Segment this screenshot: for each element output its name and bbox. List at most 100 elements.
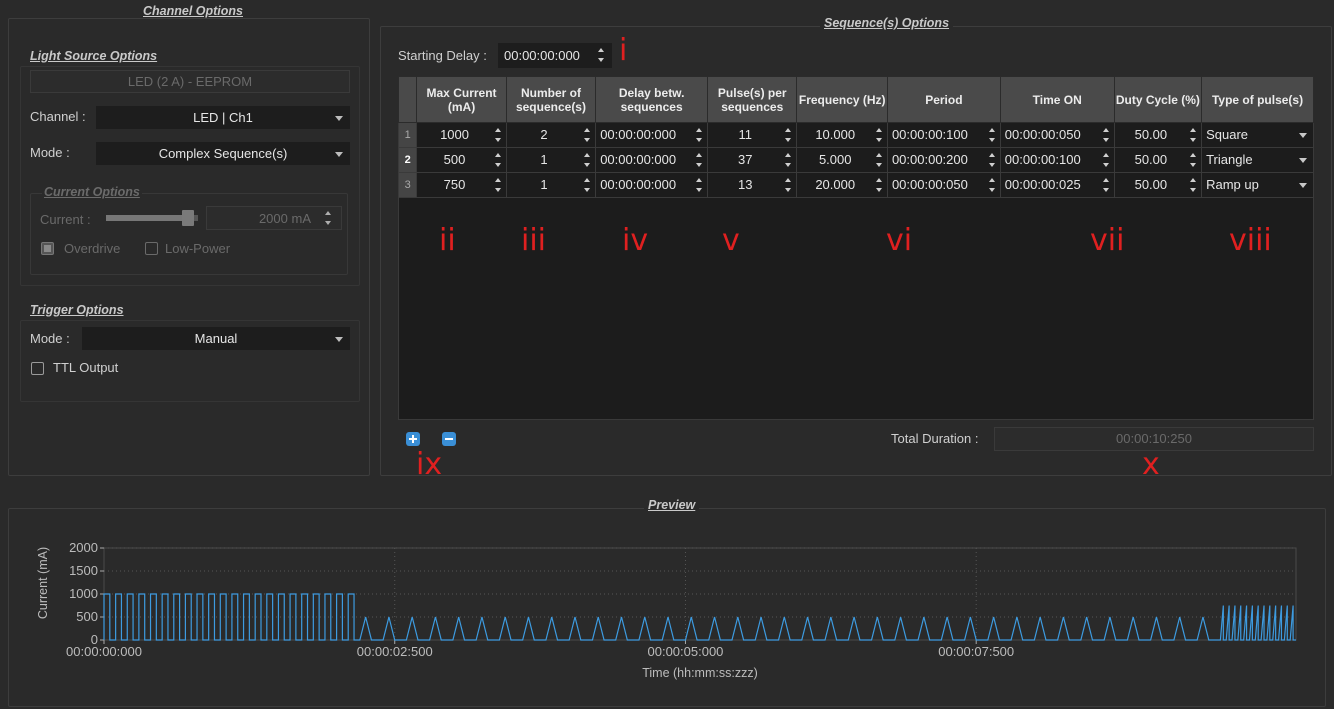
table-row[interactable]: 2 500 1 00:00:00:000 37 5.000 00:00:00:200 00:0… [397,147,1314,173]
spin-arrows-icon[interactable] [696,152,704,168]
spin-arrows-icon[interactable] [1190,127,1198,143]
max-current-cell[interactable]: 750 [416,172,507,198]
period-value: 00:00:00:050 [891,177,968,192]
delay-cell[interactable]: 00:00:00:000 [595,122,709,148]
column-header-number-of-sequences[interactable]: Number of sequence(s) [505,76,597,123]
delay-value: 00:00:00:000 [600,127,677,142]
pulses-value: 13 [738,177,753,192]
spin-arrows-icon[interactable] [785,152,793,168]
time-on-value: 00:00:00:025 [1004,177,1081,192]
spin-arrows-icon[interactable] [1190,152,1198,168]
duty-cycle-cell[interactable]: 50.00 [1113,122,1203,148]
time-on-cell[interactable]: 00:00:00:100 [999,147,1115,173]
column-header-duty-cycle[interactable]: Duty Cycle (%) [1113,76,1203,123]
type-select[interactable]: Ramp up [1201,172,1314,198]
row-number[interactable]: 1 [397,122,418,148]
spin-arrows-icon[interactable] [584,152,592,168]
pulses-cell[interactable]: 13 [707,172,798,198]
current-spinbox[interactable]: 2000 mA [206,206,342,230]
spin-arrows-icon[interactable] [696,127,704,143]
spin-arrows-icon[interactable] [988,127,997,143]
delay-value: 00:00:00:000 [600,152,677,167]
column-header-frequency[interactable]: Frequency (Hz) [796,76,888,123]
channel-label: Channel : [30,109,86,124]
max-current-cell[interactable]: 1000 [416,122,507,148]
spin-arrows-icon[interactable] [988,152,997,168]
number-of-sequences-cell[interactable]: 1 [505,172,597,198]
spin-arrows-icon[interactable] [875,152,884,168]
sequence-table: Max Current (mA) Number of sequence(s) D… [397,76,1314,198]
number-of-sequences-cell[interactable]: 2 [505,122,597,148]
current-slider-handle[interactable] [182,210,194,226]
spin-arrows-icon[interactable] [785,177,793,193]
y-tick-label: 500 [76,609,98,624]
type-value: Square [1206,127,1248,142]
pulses-cell[interactable]: 11 [707,122,798,148]
column-header-period[interactable]: Period [886,76,1001,123]
frequency-cell[interactable]: 20.000 [796,172,888,198]
column-header-delay[interactable]: Delay betw. sequences [595,76,709,123]
type-select[interactable]: Triangle [1201,147,1314,173]
frequency-cell[interactable]: 5.000 [796,147,888,173]
number-of-sequences-value: 1 [540,152,548,167]
spin-arrows-icon[interactable] [584,127,592,143]
table-row[interactable]: 1 1000 2 00:00:00:000 11 10.000 00:00:00:100 00… [397,122,1314,148]
duty-cycle-cell[interactable]: 50.00 [1113,172,1203,198]
column-header-pulses[interactable]: Pulse(s) per sequences [707,76,798,123]
period-cell[interactable]: 00:00:00:100 [886,122,1001,148]
spin-arrows-icon[interactable] [1190,177,1198,193]
delay-cell[interactable]: 00:00:00:000 [595,147,709,173]
row-number[interactable]: 3 [397,172,418,198]
annotation-ix: ix [416,447,443,482]
add-sequence-button[interactable] [406,432,420,446]
chevron-down-icon [1299,133,1307,138]
spin-arrows-icon[interactable] [494,152,503,168]
spin-arrows-icon[interactable] [875,177,884,193]
ttl-output-checkbox[interactable] [31,362,44,375]
column-header-max-current[interactable]: Max Current (mA) [416,76,507,123]
duty-cycle-cell[interactable]: 50.00 [1113,147,1203,173]
chevron-down-icon [335,116,343,121]
type-select[interactable]: Square [1201,122,1314,148]
period-value: 00:00:00:100 [891,127,968,142]
spin-arrows-icon[interactable] [1102,152,1111,168]
max-current-cell[interactable]: 500 [416,147,507,173]
max-current-value: 750 [443,177,466,192]
frequency-value: 5.000 [818,152,852,167]
corner-header [397,76,418,123]
spin-arrows-icon[interactable] [785,127,793,143]
remove-sequence-button[interactable] [442,432,456,446]
delay-cell[interactable]: 00:00:00:000 [595,172,709,198]
mode-select[interactable]: Complex Sequence(s) [96,142,350,165]
lowpower-checkbox[interactable] [145,242,158,255]
starting-delay-spinbox[interactable]: 00:00:00:000 [498,43,612,68]
column-header-time-on[interactable]: Time ON [999,76,1115,123]
spin-arrows-icon[interactable] [494,177,503,193]
time-on-cell[interactable]: 00:00:00:050 [999,122,1115,148]
spin-arrows-icon[interactable] [325,210,333,226]
pulses-cell[interactable]: 37 [707,147,798,173]
spin-arrows-icon[interactable] [1102,177,1111,193]
period-cell[interactable]: 00:00:00:200 [886,147,1001,173]
table-row[interactable]: 3 750 1 00:00:00:000 13 20.000 00:00:00:050 00:… [397,172,1314,198]
number-of-sequences-cell[interactable]: 1 [505,147,597,173]
spin-arrows-icon[interactable] [875,127,884,143]
overdrive-checkbox[interactable] [41,242,54,255]
frequency-cell[interactable]: 10.000 [796,122,888,148]
channel-select[interactable]: LED | Ch1 [96,106,350,129]
current-slider[interactable] [106,210,200,226]
spin-arrows-icon[interactable] [696,177,704,193]
spin-arrows-icon[interactable] [494,127,503,143]
time-on-cell[interactable]: 00:00:00:025 [999,172,1115,198]
spin-arrows-icon[interactable] [988,177,997,193]
time-on-value: 00:00:00:050 [1004,127,1081,142]
spin-arrows-icon[interactable] [1102,127,1111,143]
trigger-mode-select[interactable]: Manual [82,327,350,350]
spin-arrows-icon[interactable] [598,47,606,63]
annotation-vii: vii [1090,223,1125,258]
row-number[interactable]: 2 [397,147,418,173]
period-cell[interactable]: 00:00:00:050 [886,172,1001,198]
spin-arrows-icon[interactable] [584,177,592,193]
frequency-value: 10.000 [815,127,856,142]
column-header-type[interactable]: Type of pulse(s) [1201,76,1314,123]
